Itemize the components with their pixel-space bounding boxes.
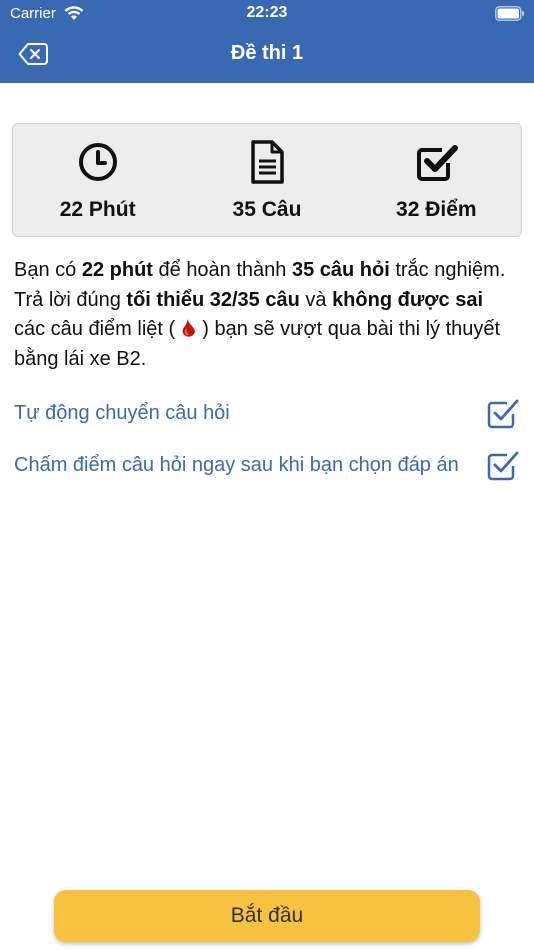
summary-score: 32 Điểm <box>352 124 521 236</box>
status-bar: Carrier 22:23 <box>0 0 534 28</box>
passing-score-label: 32 Điểm <box>396 198 477 221</box>
clock-icon <box>78 143 117 181</box>
exam-description: Bạn có 22 phút để hoàn thành 35 câu hỏi … <box>14 259 506 370</box>
page-title: Đề thi 1 <box>230 42 304 64</box>
blood-drop-icon <box>182 319 195 337</box>
summary-questions: 35 Câu <box>182 124 351 236</box>
time-limit-label: 22 Phút <box>59 198 136 221</box>
battery-icon <box>495 6 524 21</box>
option-instant-grading-label: Chấm điểm câu hỏi ngay sau khi bạn chọn … <box>14 454 459 476</box>
clock-time: 22:23 <box>246 4 288 21</box>
option-instant-grading[interactable]: Chấm điểm câu hỏi ngay sau khi bạn chọn … <box>14 448 520 482</box>
navigation-header: Carrier 22:23 Đề thi 1 <box>0 0 534 83</box>
question-count-label: 35 Câu <box>232 198 302 221</box>
checkbox-checked-icon[interactable] <box>486 448 520 482</box>
option-auto-next[interactable]: Tự động chuyển câu hỏi <box>14 396 520 430</box>
exam-summary: 22 Phút 35 Câu 32 Điểm <box>12 123 522 237</box>
checked-box-icon <box>417 145 459 181</box>
start-button[interactable]: Bắt đầu <box>54 890 480 942</box>
summary-time: 22 Phút <box>13 124 182 236</box>
document-icon <box>251 140 284 184</box>
checkbox-checked-icon[interactable] <box>486 396 520 430</box>
option-auto-next-label: Tự động chuyển câu hỏi <box>14 402 230 424</box>
